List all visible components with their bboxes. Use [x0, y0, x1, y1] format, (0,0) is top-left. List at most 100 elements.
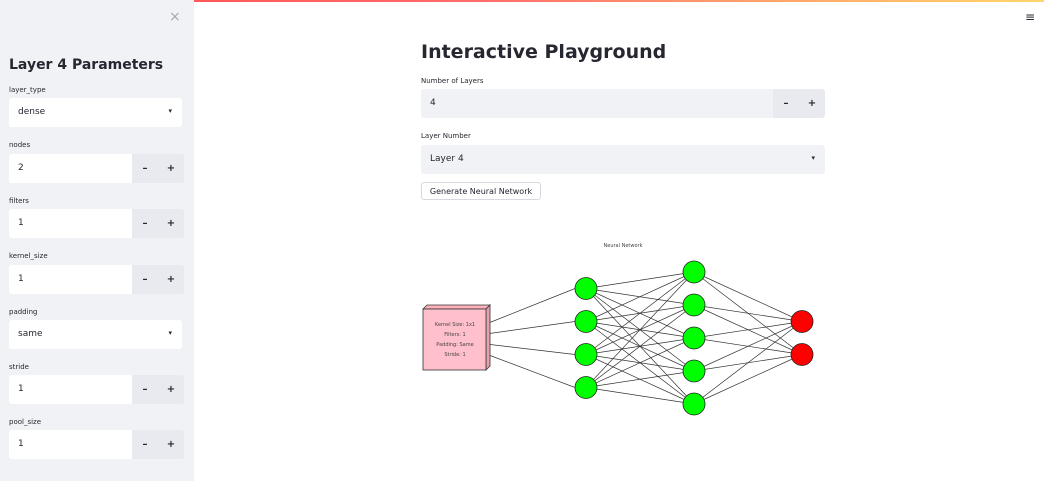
- layer-number-select[interactable]: Layer 4 ▾: [421, 145, 825, 174]
- close-icon[interactable]: ×: [169, 9, 181, 25]
- network-edges: [485, 271, 803, 405]
- num-layers-decrement-button[interactable]: –: [773, 89, 799, 118]
- network-edge: [585, 271, 695, 289]
- stride-value: 1: [18, 384, 24, 394]
- nodes-increment-button[interactable]: +: [158, 154, 184, 183]
- network-edge: [585, 288, 695, 405]
- num-layers-stepper: 4 – +: [421, 89, 825, 118]
- network-edge: [585, 288, 695, 372]
- chevron-down-icon: ▾: [168, 107, 172, 115]
- network-edge: [693, 321, 803, 339]
- network-edge: [585, 271, 695, 322]
- network-edge: [585, 288, 695, 339]
- nodes-label: nodes: [9, 141, 31, 149]
- network-edge: [585, 271, 695, 355]
- kernel-size-label: kernel_size: [9, 252, 48, 260]
- num-layers-label: Number of Layers: [421, 77, 484, 85]
- network-node-layer3-3: [682, 326, 706, 350]
- network-node-layer4-1: [790, 310, 814, 333]
- conv-layer-block: Kernel Size: 1x1 Filters: 1 Padding: Sam…: [422, 304, 491, 371]
- network-edge: [485, 288, 576, 325]
- layer-type-label: layer_type: [9, 86, 46, 94]
- network-node-layer3-4: [682, 359, 706, 383]
- sidebar: × Layer 4 Parameters layer_type dense ▾ …: [0, 0, 194, 481]
- chevron-down-icon: ▾: [811, 154, 815, 162]
- kernel-size-decrement-button[interactable]: –: [132, 265, 158, 294]
- pool-size-value: 1: [18, 439, 24, 449]
- chevron-down-icon: ▾: [168, 329, 172, 337]
- pool-size-input[interactable]: 1: [9, 430, 132, 459]
- padding-select[interactable]: same ▾: [9, 320, 182, 349]
- network-edge: [585, 288, 695, 306]
- network-edge: [585, 321, 695, 405]
- nodes-value: 2: [18, 163, 24, 173]
- network-node-layer3-2: [682, 293, 706, 317]
- network-node-layer3-1: [682, 260, 706, 284]
- network-edge: [585, 304, 695, 388]
- network-edge: [585, 304, 695, 355]
- num-layers-increment-button[interactable]: +: [799, 89, 825, 118]
- network-edge: [485, 321, 576, 335]
- layer-type-value: dense: [18, 107, 46, 117]
- pool-size-increment-button[interactable]: +: [158, 430, 184, 459]
- network-node-layer2-3: [574, 343, 598, 366]
- network-edge: [693, 321, 803, 372]
- conv-block-face: [422, 308, 487, 371]
- kernel-size-stepper: 1 – +: [9, 265, 184, 294]
- network-edge: [585, 337, 695, 355]
- network-node-layer3-5: [682, 392, 706, 416]
- network-edge: [585, 370, 695, 388]
- network-nodes: [574, 260, 814, 416]
- network-node-layer4-2: [790, 343, 814, 366]
- network-edge: [693, 337, 803, 355]
- pool-size-decrement-button[interactable]: –: [132, 430, 158, 459]
- network-edge: [585, 304, 695, 322]
- nodes-input[interactable]: 2: [9, 154, 132, 183]
- filters-stepper: 1 – +: [9, 209, 184, 238]
- filters-value: 1: [18, 218, 24, 228]
- nodes-decrement-button[interactable]: –: [132, 154, 158, 183]
- kernel-size-increment-button[interactable]: +: [158, 265, 184, 294]
- network-edge: [585, 271, 695, 388]
- network-title: Neural Network: [604, 243, 643, 249]
- network-node-layer2-1: [574, 277, 598, 300]
- network-edge: [485, 343, 576, 355]
- network-edge: [693, 304, 803, 355]
- stride-stepper: 1 – +: [9, 375, 184, 404]
- filters-decrement-button[interactable]: –: [132, 209, 158, 238]
- network-edge: [693, 271, 803, 355]
- network-edge: [693, 354, 803, 405]
- conv-kernel-size-text: Kernel Size: 1x1: [435, 322, 475, 328]
- padding-value: same: [18, 329, 43, 339]
- network-edge: [585, 337, 695, 388]
- kernel-size-value: 1: [18, 274, 24, 284]
- conv-padding-text: Padding: Same: [436, 342, 473, 348]
- network-edge: [585, 354, 695, 372]
- filters-input[interactable]: 1: [9, 209, 132, 238]
- network-edge: [585, 387, 695, 405]
- num-layers-input[interactable]: 4: [421, 89, 773, 118]
- network-edge: [585, 321, 695, 372]
- stride-input[interactable]: 1: [9, 375, 132, 404]
- num-layers-value: 4: [430, 98, 436, 108]
- stride-increment-button[interactable]: +: [158, 375, 184, 404]
- network-node-layer2-4: [574, 376, 598, 399]
- network-edge: [693, 304, 803, 322]
- filters-label: filters: [9, 197, 29, 205]
- page-title: Interactive Playground: [421, 41, 667, 63]
- layer-type-select[interactable]: dense ▾: [9, 98, 182, 127]
- layer-number-label: Layer Number: [421, 132, 471, 140]
- network-edge: [485, 353, 576, 388]
- sidebar-title: Layer 4 Parameters: [9, 57, 164, 73]
- hamburger-menu-icon[interactable]: ≡: [1025, 10, 1035, 24]
- network-edge: [693, 271, 803, 322]
- kernel-size-input[interactable]: 1: [9, 265, 132, 294]
- network-edge: [585, 354, 695, 405]
- network-node-layer2-2: [574, 310, 598, 333]
- pool-size-stepper: 1 – +: [9, 430, 184, 459]
- padding-label: padding: [9, 308, 38, 316]
- stride-decrement-button[interactable]: –: [132, 375, 158, 404]
- network-edge: [693, 321, 803, 405]
- generate-network-button[interactable]: Generate Neural Network: [421, 182, 541, 200]
- filters-increment-button[interactable]: +: [158, 209, 184, 238]
